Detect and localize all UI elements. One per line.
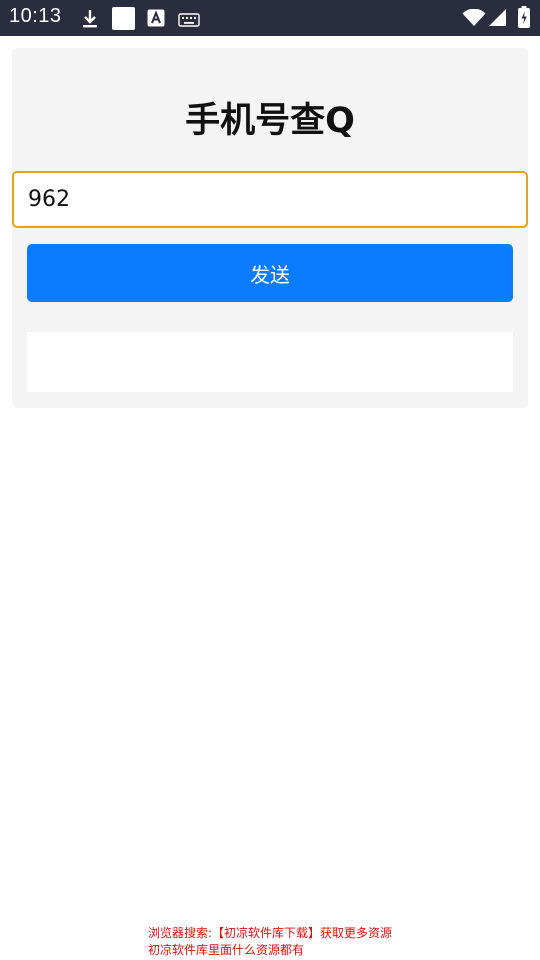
footer-notice: 浏览器搜索:【初凉软件库下载】获取更多资源 初凉软件库里面什么资源都有	[148, 925, 392, 959]
send-button[interactable]: 发送	[27, 244, 513, 302]
white-square-icon	[112, 7, 135, 34]
download-icon	[80, 8, 100, 34]
phone-number-input[interactable]	[12, 171, 528, 228]
keyboard-icon	[178, 12, 200, 31]
query-card: 手机号查Q 发送	[12, 48, 528, 408]
page-title: 手机号查Q	[185, 101, 355, 141]
status-time: 10:13	[9, 5, 62, 27]
footer-line-1: 浏览器搜索:【初凉软件库下载】获取更多资源	[148, 926, 393, 940]
battery-icon	[518, 6, 530, 32]
text-a-icon	[147, 9, 165, 31]
footer-line-2: 初凉软件库里面什么资源都有	[148, 943, 305, 957]
status-bar: 10:13	[0, 0, 540, 36]
result-box	[27, 332, 513, 392]
wifi-icon	[462, 8, 486, 31]
signal-icon	[488, 9, 507, 31]
